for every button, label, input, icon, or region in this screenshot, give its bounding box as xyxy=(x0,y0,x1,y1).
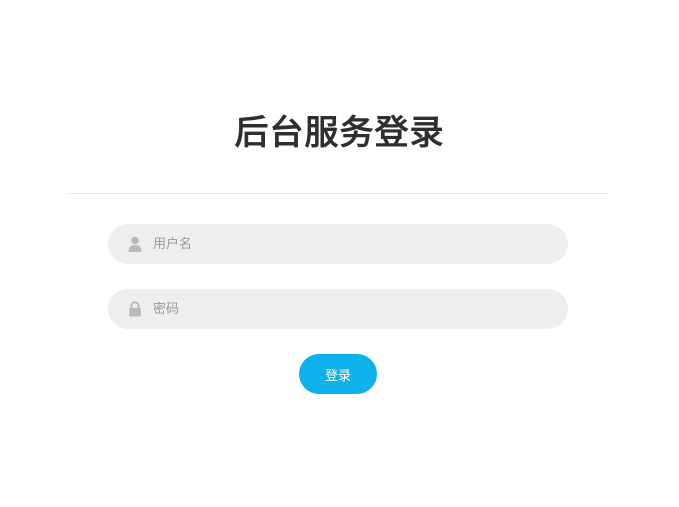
username-field[interactable] xyxy=(108,224,568,264)
password-input[interactable] xyxy=(153,289,553,329)
user-icon xyxy=(128,236,142,252)
page-title: 后台服务登录 xyxy=(234,113,445,153)
password-field[interactable] xyxy=(108,289,568,329)
login-page: 后台服务登录 登录 xyxy=(0,0,679,507)
divider xyxy=(68,193,608,194)
username-input[interactable] xyxy=(153,224,553,264)
lock-icon xyxy=(128,301,142,317)
login-button[interactable]: 登录 xyxy=(299,354,377,394)
